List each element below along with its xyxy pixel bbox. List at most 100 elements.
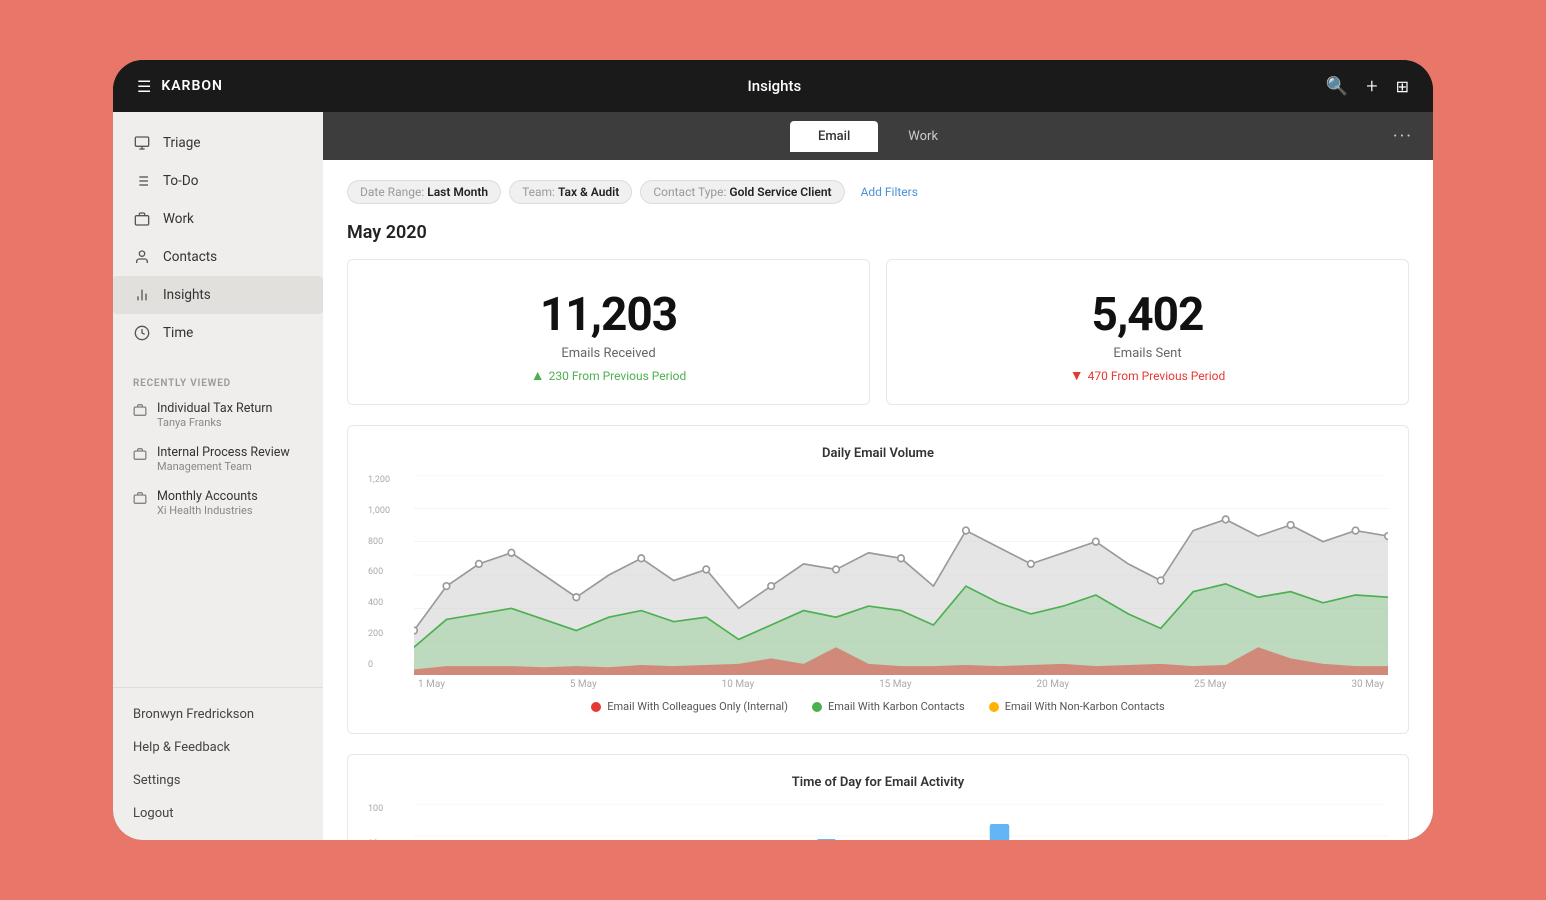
more-options-icon[interactable]: ··· — [1393, 126, 1413, 147]
content-area: Date Range: Last Month Team: Tax & Audit… — [323, 160, 1433, 840]
tab-email[interactable]: Email — [790, 121, 878, 152]
legend-label-2: Email With Non-Karbon Contacts — [1005, 700, 1165, 713]
daily-email-chart-card: Daily Email Volume 1,200 1,000 800 600 4… — [347, 425, 1409, 734]
legend-dot-1 — [812, 702, 822, 712]
metric-received-value: 11,203 — [368, 288, 849, 342]
top-bar-right: 🔍 + ⊞ — [1326, 74, 1409, 98]
hamburger-icon[interactable]: ☰ — [137, 77, 151, 96]
legend-item-0: Email With Colleagues Only (Internal) — [591, 700, 788, 713]
app-body: Triage To-Do Work — [113, 112, 1433, 840]
up-arrow-icon: ▲ — [531, 367, 545, 384]
filter-date-range[interactable]: Date Range: Last Month — [347, 180, 501, 204]
top-bar-left: ☰ KARBON — [137, 77, 223, 96]
metric-sent-value: 5,402 — [907, 288, 1388, 342]
time-chart-title: Time of Day for Email Activity — [368, 775, 1388, 790]
recently-viewed-label: RECENTLY VIEWED — [113, 364, 323, 393]
rv-title-0: Individual Tax Return — [157, 401, 272, 416]
work-icon — [133, 210, 151, 228]
x-label-2: 10 May — [722, 679, 755, 690]
y-label-1: 1,000 — [368, 506, 406, 516]
metric-sent-change-text: 470 From Previous Period — [1088, 369, 1226, 383]
team-label: Team: — [522, 185, 555, 199]
sidebar-item-time[interactable]: Time — [113, 314, 323, 352]
contacts-label: Contacts — [163, 249, 217, 265]
y-label-3: 600 — [368, 567, 406, 577]
contacts-icon — [133, 248, 151, 266]
rv-subtitle-2: Xi Health Industries — [157, 504, 258, 517]
recently-viewed-item-2[interactable]: Monthly Accounts Xi Health Industries — [113, 481, 323, 525]
tab-work[interactable]: Work — [880, 121, 966, 152]
rv-text-0: Individual Tax Return Tanya Franks — [157, 401, 272, 429]
legend-dot-2 — [989, 702, 999, 712]
x-label-5: 25 May — [1194, 679, 1227, 690]
top-bar: ☰ KARBON Insights 🔍 + ⊞ — [113, 60, 1433, 112]
legend-label-0: Email With Colleagues Only (Internal) — [607, 700, 788, 713]
x-label-4: 20 May — [1037, 679, 1070, 690]
help-feedback[interactable]: Help & Feedback — [113, 731, 323, 764]
grid-icon[interactable]: ⊞ — [1396, 77, 1409, 96]
rv-subtitle-0: Tanya Franks — [157, 416, 272, 429]
y-axis-time: 100 80 60 40 — [368, 804, 406, 840]
daily-chart-legend: Email With Colleagues Only (Internal) Em… — [368, 700, 1388, 713]
x-axis-labels: 1 May 5 May 10 May 15 May 20 May 25 May … — [414, 679, 1388, 690]
time-chart-svg — [414, 804, 1388, 840]
filter-contact-type[interactable]: Contact Type: Gold Service Client — [640, 180, 844, 204]
y-time-label-0: 100 — [368, 804, 406, 814]
work-label: Work — [163, 211, 194, 227]
logout[interactable]: Logout — [113, 797, 323, 830]
date-range-value: Last Month — [427, 185, 488, 199]
y-label-4: 400 — [368, 598, 406, 608]
metric-card-sent: 5,402 Emails Sent ▼ 470 From Previous Pe… — [886, 259, 1409, 405]
rv-icon-1 — [133, 447, 147, 465]
filter-team[interactable]: Team: Tax & Audit — [509, 180, 632, 204]
rv-title-1: Internal Process Review — [157, 445, 290, 460]
search-icon[interactable]: 🔍 — [1326, 76, 1348, 97]
main-content: Email Work ··· Date Range: Last Month Te… — [323, 112, 1433, 840]
sidebar-item-contacts[interactable]: Contacts — [113, 238, 323, 276]
settings[interactable]: Settings — [113, 764, 323, 797]
metric-received-change-text: 230 From Previous Period — [549, 369, 687, 383]
sidebar-item-insights[interactable]: Insights — [113, 276, 323, 314]
team-value: Tax & Audit — [558, 185, 619, 199]
down-arrow-icon: ▼ — [1070, 367, 1084, 384]
page-title: Insights — [748, 77, 802, 95]
time-chart-body — [414, 804, 1388, 840]
metric-sent-change: ▼ 470 From Previous Period — [907, 367, 1388, 384]
contact-type-label: Contact Type: — [653, 185, 726, 199]
recently-viewed-item-1[interactable]: Internal Process Review Management Team — [113, 437, 323, 481]
add-filters-button[interactable]: Add Filters — [853, 181, 926, 203]
metric-card-received: 11,203 Emails Received ▲ 230 From Previo… — [347, 259, 870, 405]
daily-chart-title: Daily Email Volume — [368, 446, 1388, 461]
rv-subtitle-1: Management Team — [157, 460, 290, 473]
time-label: Time — [163, 325, 193, 341]
metrics-row: 11,203 Emails Received ▲ 230 From Previo… — [347, 259, 1409, 405]
sidebar-item-triage[interactable]: Triage — [113, 124, 323, 162]
y-label-2: 800 — [368, 537, 406, 547]
metric-received-label: Emails Received — [368, 346, 849, 361]
brand-label: KARBON — [161, 78, 223, 94]
metric-sent-label: Emails Sent — [907, 346, 1388, 361]
todo-icon — [133, 172, 151, 190]
content-header: Email Work ··· — [323, 112, 1433, 160]
sidebar-item-todo[interactable]: To-Do — [113, 162, 323, 200]
legend-label-1: Email With Karbon Contacts — [828, 700, 965, 713]
y-time-label-1: 80 — [368, 839, 406, 840]
user-name[interactable]: Bronwyn Fredrickson — [113, 698, 323, 731]
date-range-label: Date Range: — [360, 185, 424, 199]
y-label-0: 1,200 — [368, 475, 406, 485]
triage-icon — [133, 134, 151, 152]
triage-label: Triage — [163, 135, 201, 151]
period-title: May 2020 — [347, 222, 1409, 243]
time-icon — [133, 324, 151, 342]
filters-row: Date Range: Last Month Team: Tax & Audit… — [347, 180, 1409, 204]
sidebar-item-work[interactable]: Work — [113, 200, 323, 238]
daily-chart-svg — [414, 475, 1388, 675]
rv-icon-0 — [133, 403, 147, 421]
metric-received-change: ▲ 230 From Previous Period — [368, 367, 849, 384]
y-axis: 1,200 1,000 800 600 400 200 0 — [368, 475, 406, 690]
x-label-1: 5 May — [570, 679, 597, 690]
y-label-5: 200 — [368, 629, 406, 639]
contact-type-value: Gold Service Client — [729, 185, 831, 199]
recently-viewed-item-0[interactable]: Individual Tax Return Tanya Franks — [113, 393, 323, 437]
add-icon[interactable]: + — [1366, 74, 1377, 98]
